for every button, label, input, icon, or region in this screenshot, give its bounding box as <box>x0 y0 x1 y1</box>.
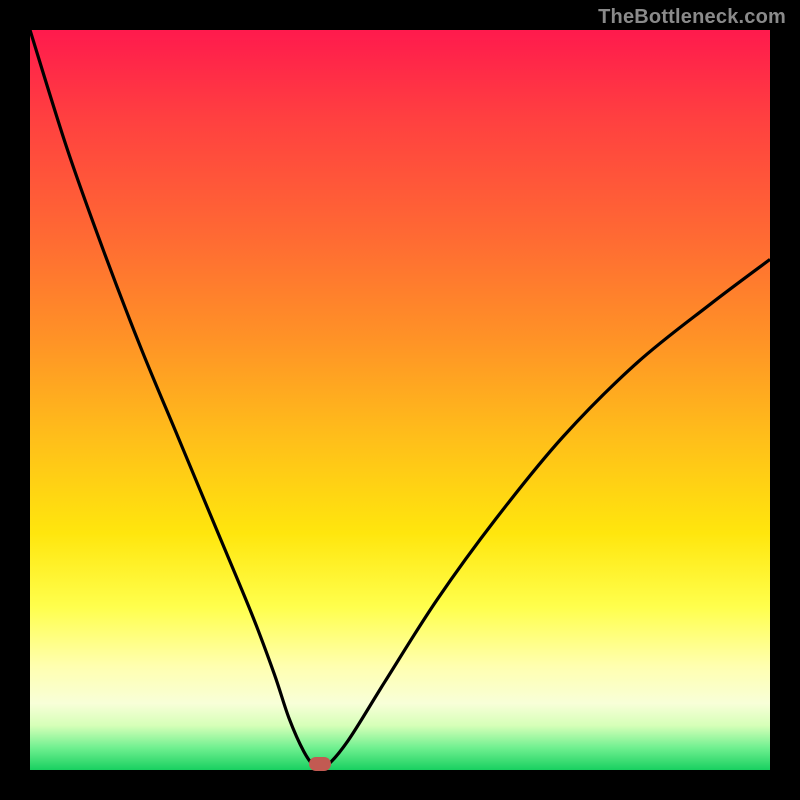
curve-path <box>30 30 770 769</box>
optimal-point-marker <box>309 757 331 771</box>
plot-area <box>30 30 770 770</box>
watermark-text: TheBottleneck.com <box>598 6 786 29</box>
bottleneck-curve <box>30 30 770 770</box>
chart-frame: TheBottleneck.com <box>0 0 800 800</box>
